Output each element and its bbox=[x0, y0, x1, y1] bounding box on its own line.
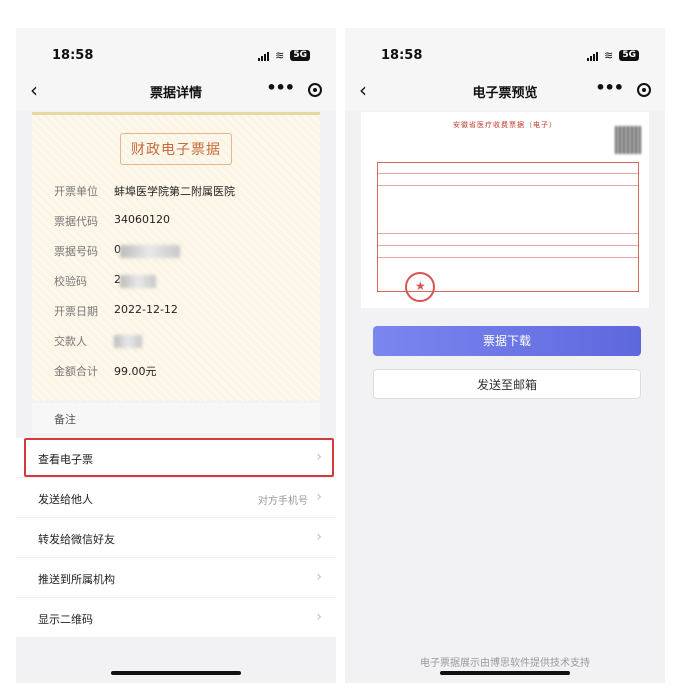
menu-show-qrcode[interactable]: 显示二维码 › bbox=[16, 598, 336, 638]
nav-bar: ‹ 电子票预览 ••• bbox=[345, 70, 665, 110]
download-button[interactable]: 票据下载 bbox=[373, 326, 641, 356]
nav-bar: ‹ 票据详情 ••• bbox=[16, 70, 336, 110]
tech-support-note: 电子票据展示由博思软件提供技术支持 bbox=[420, 658, 590, 669]
wifi-icon: ≋ bbox=[275, 49, 285, 62]
invoice-preview-image: 安徽省医疗收费票据（电子） bbox=[361, 112, 649, 308]
ticket-detail-screen: 18:58 ≋ 5G ‹ 票据详情 ••• 财政电子票据 开票单位 蚌埠医学院第… bbox=[16, 28, 336, 683]
status-bar: 18:58 ≋ 5G bbox=[345, 28, 665, 70]
ticket-row-payer: 交款人 bbox=[54, 333, 310, 353]
e-ticket-preview-screen: 18:58 ≋ 5G ‹ 电子票预览 ••• 安徽省医疗收费票据（电子） 票据下… bbox=[345, 28, 665, 683]
close-miniprogram-icon[interactable] bbox=[637, 83, 651, 97]
battery-icon: 5G bbox=[619, 50, 639, 61]
ticket-row-issuer: 开票单位 蚌埠医学院第二附属医院 bbox=[54, 185, 235, 198]
qr-code-icon bbox=[615, 126, 641, 154]
signal-icon bbox=[587, 51, 599, 61]
wifi-icon: ≋ bbox=[604, 49, 614, 62]
signal-icon bbox=[258, 51, 270, 61]
more-icon[interactable]: ••• bbox=[266, 78, 295, 97]
send-email-button[interactable]: 发送至邮箱 bbox=[373, 369, 641, 399]
invoice-header: 安徽省医疗收费票据（电子） bbox=[453, 121, 557, 129]
redacted-payer bbox=[114, 335, 142, 348]
remark-label: 备注 bbox=[54, 413, 76, 426]
ticket-row-check-code: 校验码 2 bbox=[54, 273, 310, 293]
ticket-row-date: 开票日期 2022-12-12 bbox=[54, 303, 178, 318]
menu-view-e-ticket[interactable]: 查看电子票 › bbox=[16, 438, 336, 478]
home-indicator bbox=[111, 671, 241, 675]
chevron-right-icon: › bbox=[316, 489, 322, 505]
status-time: 18:58 bbox=[381, 48, 423, 63]
home-indicator bbox=[440, 671, 570, 675]
redacted-check-code bbox=[120, 275, 156, 288]
chevron-right-icon: › bbox=[316, 449, 322, 465]
battery-icon: 5G bbox=[290, 50, 310, 61]
menu-send-to-others[interactable]: 发送给他人 对方手机号 › bbox=[16, 478, 336, 518]
chevron-right-icon: › bbox=[316, 529, 322, 545]
redacted-number bbox=[120, 245, 180, 258]
ticket-row-code: 票据代码 34060120 bbox=[54, 213, 170, 228]
ticket-row-number: 票据号码 0 bbox=[54, 243, 310, 263]
status-bar: 18:58 ≋ 5G bbox=[16, 28, 336, 70]
more-icon[interactable]: ••• bbox=[595, 78, 624, 97]
action-menu: 查看电子票 › 发送给他人 对方手机号 › 转发给微信好友 › 推送到所属机构 … bbox=[16, 438, 336, 638]
official-seal-icon bbox=[405, 272, 435, 302]
menu-push-institution[interactable]: 推送到所属机构 › bbox=[16, 558, 336, 598]
remark-section: 备注 bbox=[32, 403, 320, 433]
ticket-header: 财政电子票据 bbox=[120, 133, 232, 165]
close-miniprogram-icon[interactable] bbox=[308, 83, 322, 97]
ticket-row-amount: 金额合计 99.00元 bbox=[54, 365, 157, 378]
menu-forward-wechat[interactable]: 转发给微信好友 › bbox=[16, 518, 336, 558]
ticket-card: 财政电子票据 开票单位 蚌埠医学院第二附属医院 票据代码 34060120 票据… bbox=[32, 112, 320, 402]
chevron-right-icon: › bbox=[316, 569, 322, 585]
status-time: 18:58 bbox=[52, 48, 94, 63]
chevron-right-icon: › bbox=[316, 609, 322, 625]
